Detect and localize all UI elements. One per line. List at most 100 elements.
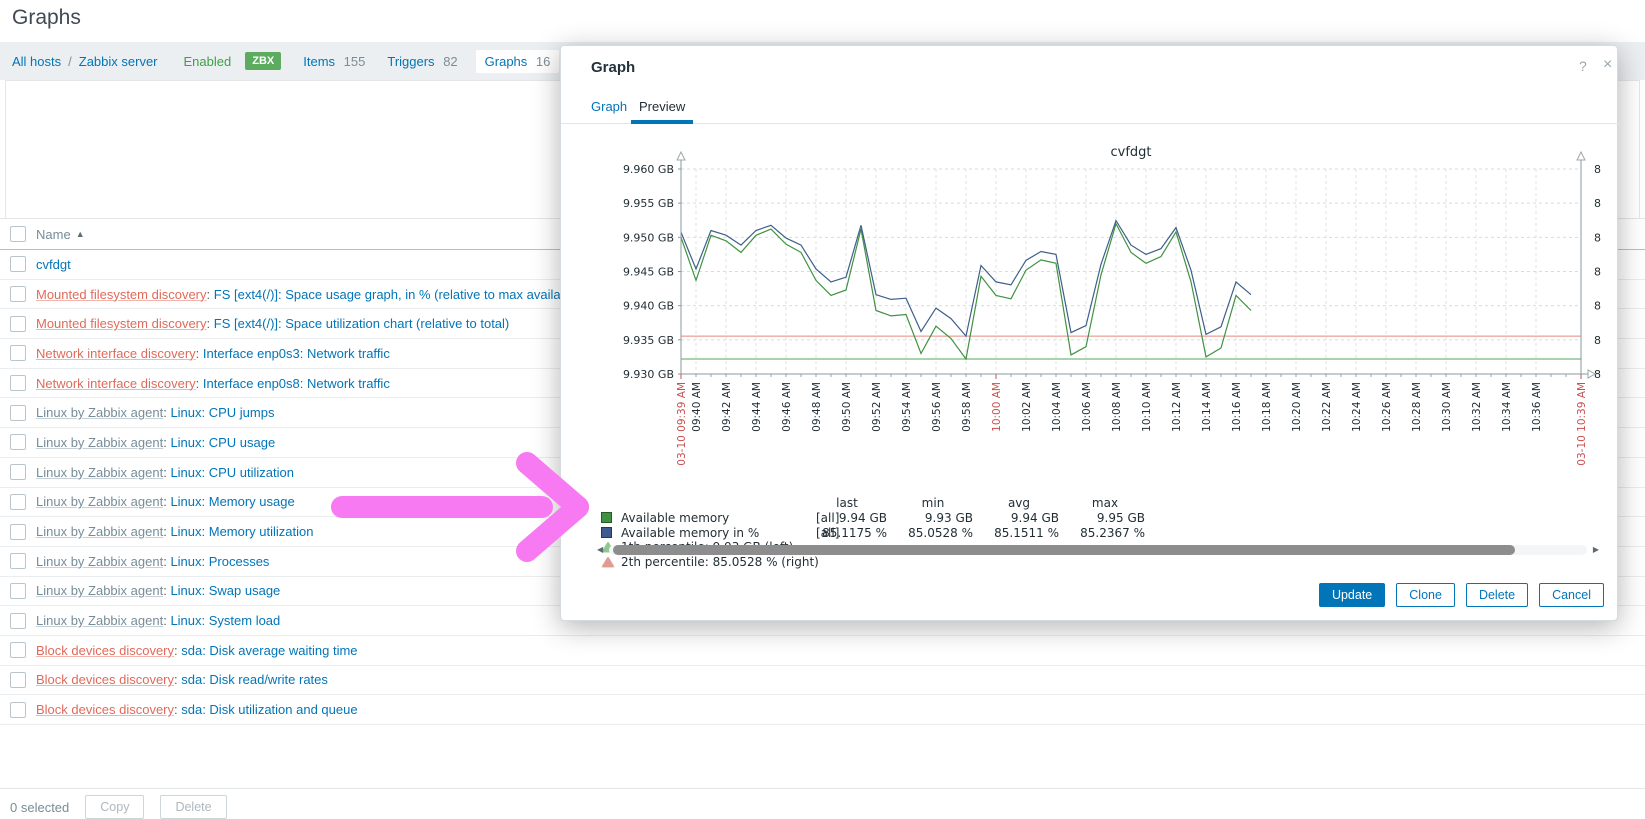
discovery-rule-link[interactable]: Mounted filesystem discovery	[36, 316, 207, 331]
row-checkbox[interactable]	[10, 256, 26, 272]
row-checkbox[interactable]	[10, 642, 26, 658]
scrollbar-left-arrow[interactable]: ◀	[597, 545, 603, 554]
discovery-rule-link[interactable]: Mounted filesystem discovery	[36, 287, 207, 302]
prefix-separator: :	[196, 346, 203, 361]
close-icon[interactable]: ×	[1603, 56, 1612, 74]
graph-row-text: Linux by Zabbix agent: Linux: Processes	[36, 554, 269, 569]
svg-text:09:54 AM: 09:54 AM	[901, 382, 913, 432]
nav-graphs-link[interactable]: Graphs	[485, 54, 528, 69]
row-checkbox[interactable]	[10, 583, 26, 599]
row-checkbox[interactable]	[10, 672, 26, 688]
row-checkbox[interactable]	[10, 375, 26, 391]
discovery-rule-link[interactable]: Network interface discovery	[36, 346, 196, 361]
row-checkbox[interactable]	[10, 702, 26, 718]
template-link[interactable]: Linux by Zabbix agent	[36, 465, 163, 480]
row-checkbox[interactable]	[10, 464, 26, 480]
discovery-rule-link[interactable]: Network interface discovery	[36, 376, 196, 391]
template-link[interactable]: Linux by Zabbix agent	[36, 405, 163, 420]
breadcrumb-all-hosts[interactable]: All hosts	[12, 54, 61, 69]
graph-name-link[interactable]: Linux: Swap usage	[170, 583, 280, 598]
help-icon[interactable]: ?	[1579, 58, 1587, 74]
tab-preview[interactable]: Preview	[639, 99, 685, 114]
legend-value: 9.94 GB	[979, 511, 1059, 525]
svg-text:10:26 AM: 10:26 AM	[1381, 382, 1393, 432]
row-checkbox[interactable]	[10, 434, 26, 450]
graph-name-link[interactable]: Interface enp0s8: Network traffic	[203, 376, 390, 391]
graph-row-text: cvfdgt	[36, 257, 71, 272]
graph-name-link[interactable]: Linux: Processes	[170, 554, 269, 569]
graph-name-link[interactable]: Linux: Memory usage	[170, 494, 294, 509]
scrollbar-thumb[interactable]	[613, 545, 1515, 555]
svg-text:9.955 GB: 9.955 GB	[623, 197, 674, 210]
table-row: Block devices discovery: sda: Disk utili…	[0, 695, 1645, 725]
template-link[interactable]: Linux by Zabbix agent	[36, 524, 163, 539]
update-button[interactable]: Update	[1319, 583, 1385, 607]
graph-name-link[interactable]: Linux: Memory utilization	[170, 524, 313, 539]
row-checkbox[interactable]	[10, 553, 26, 569]
legend-value: 9.95 GB	[1065, 511, 1145, 525]
delete-button[interactable]: Delete	[160, 795, 226, 819]
template-link[interactable]: Linux by Zabbix agent	[36, 613, 163, 628]
row-checkbox[interactable]	[10, 494, 26, 510]
graph-name-link[interactable]: Linux: CPU jumps	[170, 405, 274, 420]
horizontal-scrollbar[interactable]: ◀ ▶	[597, 544, 1599, 556]
graph-name-link[interactable]: sda: Disk read/write rates	[181, 672, 328, 687]
legend-series-label: 2th percentile: 85.0528 % (right)	[621, 555, 819, 569]
graph-name-link[interactable]: FS [ext4(/)]: Space utilization chart (r…	[214, 316, 510, 331]
tab-graph[interactable]: Graph	[591, 99, 627, 114]
discovery-rule-link[interactable]: Block devices discovery	[36, 643, 174, 658]
graph-name-link[interactable]: sda: Disk average waiting time	[181, 643, 357, 658]
legend-series-swatch	[601, 512, 612, 523]
prefix-separator: :	[207, 316, 214, 331]
svg-text:03-10 10:39 AM: 03-10 10:39 AM	[1576, 382, 1588, 466]
row-checkbox[interactable]	[10, 405, 26, 421]
legend-series-label: Available memory	[621, 511, 729, 525]
modal-title: Graph	[591, 59, 635, 76]
svg-text:10:00 AM: 10:00 AM	[991, 382, 1003, 432]
nav-triggers-link[interactable]: Triggers	[387, 54, 434, 69]
graph-name-link[interactable]: Linux: System load	[170, 613, 280, 628]
svg-text:8: 8	[1594, 266, 1601, 279]
graph-name-link[interactable]: Linux: CPU usage	[170, 435, 275, 450]
svg-text:10:14 AM: 10:14 AM	[1201, 382, 1213, 432]
discovery-rule-link[interactable]: Block devices discovery	[36, 672, 174, 687]
scrollbar-right-arrow[interactable]: ▶	[1593, 545, 1599, 554]
row-checkbox[interactable]	[10, 524, 26, 540]
legend-column-header: min	[893, 496, 973, 510]
template-link[interactable]: Linux by Zabbix agent	[36, 435, 163, 450]
graph-name-link[interactable]: Interface enp0s3: Network traffic	[203, 346, 390, 361]
clone-button[interactable]: Clone	[1396, 583, 1455, 607]
graph-name-link[interactable]: Linux: CPU utilization	[170, 465, 294, 480]
graph-name-link[interactable]: FS [ext4(/)]: Space usage graph, in % (r…	[214, 287, 578, 302]
graph-name-link[interactable]: sda: Disk utilization and queue	[181, 702, 357, 717]
breadcrumb-host-link[interactable]: Zabbix server	[79, 54, 158, 69]
template-link[interactable]: Linux by Zabbix agent	[36, 494, 163, 509]
svg-text:10:30 AM: 10:30 AM	[1441, 382, 1453, 432]
cancel-button[interactable]: Cancel	[1539, 583, 1604, 607]
copy-button[interactable]: Copy	[85, 795, 144, 819]
column-header-name[interactable]: Name	[36, 227, 71, 242]
svg-text:10:28 AM: 10:28 AM	[1411, 382, 1423, 432]
select-all-checkbox[interactable]	[10, 226, 26, 242]
svg-text:9.945 GB: 9.945 GB	[623, 266, 674, 279]
svg-text:09:46 AM: 09:46 AM	[781, 382, 793, 432]
nav-items: Items 155	[303, 54, 365, 69]
row-checkbox[interactable]	[10, 613, 26, 629]
row-checkbox[interactable]	[10, 286, 26, 302]
svg-text:10:04 AM: 10:04 AM	[1051, 382, 1063, 432]
svg-text:10:10 AM: 10:10 AM	[1141, 382, 1153, 432]
legend-value: 85.1511 %	[979, 526, 1059, 540]
delete-button-modal[interactable]: Delete	[1466, 583, 1528, 607]
scrollbar-track[interactable]	[609, 545, 1587, 555]
svg-text:09:44 AM: 09:44 AM	[751, 382, 763, 432]
row-checkbox[interactable]	[10, 316, 26, 332]
template-link[interactable]: Linux by Zabbix agent	[36, 554, 163, 569]
svg-text:8: 8	[1594, 300, 1601, 313]
nav-items-link[interactable]: Items	[303, 54, 335, 69]
svg-text:10:24 AM: 10:24 AM	[1351, 382, 1363, 432]
graph-name-link[interactable]: cvfdgt	[36, 257, 71, 272]
row-checkbox[interactable]	[10, 345, 26, 361]
template-link[interactable]: Linux by Zabbix agent	[36, 583, 163, 598]
discovery-rule-link[interactable]: Block devices discovery	[36, 702, 174, 717]
svg-text:10:02 AM: 10:02 AM	[1021, 382, 1033, 432]
